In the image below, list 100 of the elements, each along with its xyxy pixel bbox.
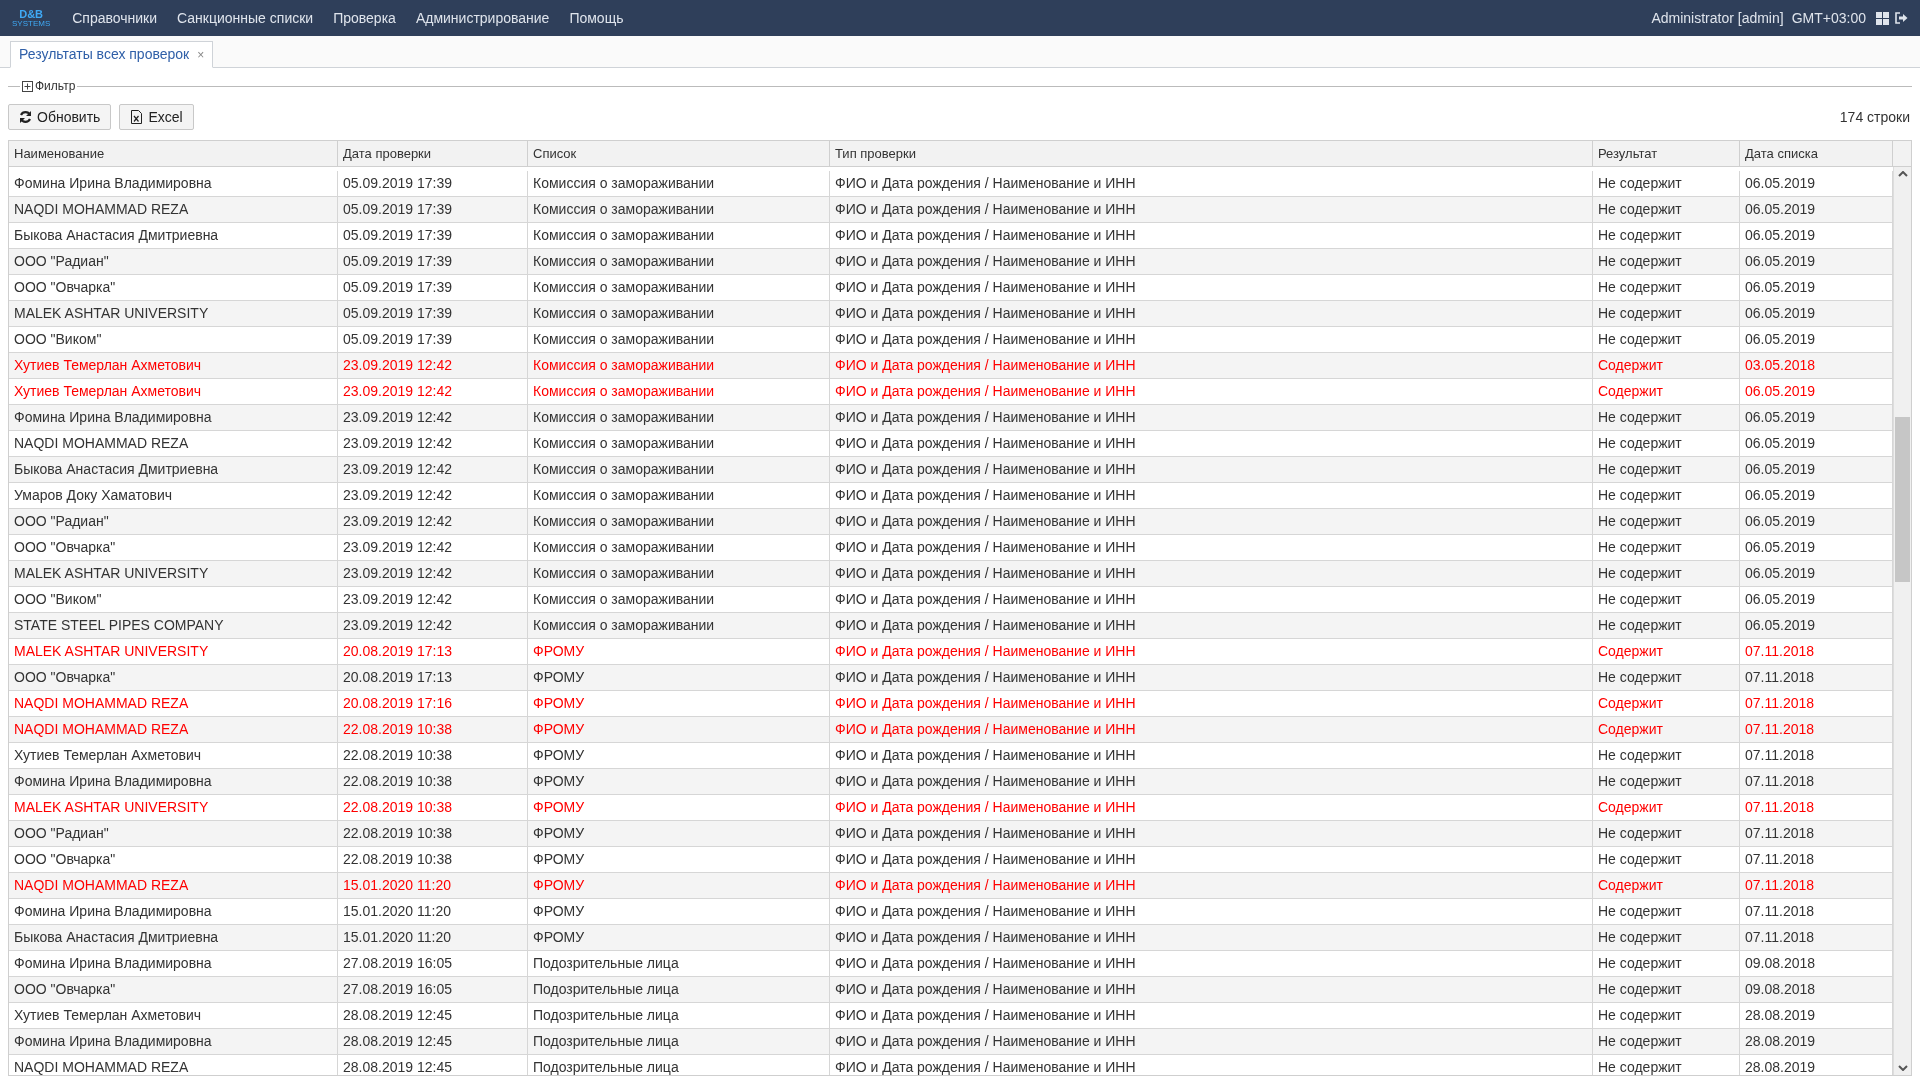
table-row[interactable]: Фомина Ирина Владимировна 23.09.2019 12:42 Комиссия о замораживании ФИО и Дата рождения / Наименование и ИНН Не содержит 06.05.2019 bbox=[9, 405, 1893, 431]
user-name[interactable]: Administrator [admin] bbox=[1651, 7, 1784, 29]
table-row[interactable]: Умаров Доку Хаматович 23.09.2019 12:42 Комиссия о замораживании ФИО и Дата рождения / Наименование и ИНН Не содержит 06.05.2019 bbox=[9, 483, 1893, 509]
table-cell: Подозрительные лица bbox=[528, 977, 830, 1002]
table-row[interactable]: Фомина Ирина Владимировна 28.08.2019 12:45 Подозрительные лица ФИО и Дата рождения / Наименование и ИНН Не содержит 28.08.2019 bbox=[9, 1029, 1893, 1055]
table-cell: ФИО и Дата рождения / Наименование и ИНН bbox=[830, 1003, 1593, 1028]
table-row[interactable]: NAQDI MOHAMMAD REZA 15.01.2020 11:20 ФРОМУ ФИО и Дата рождения / Наименование и ИНН Содержит 07.11.2018 bbox=[9, 873, 1893, 899]
table-cell: ФРОМУ bbox=[528, 925, 830, 950]
table-cell: Быкова Анастасия Дмитриевна bbox=[9, 223, 338, 248]
expand-icon[interactable] bbox=[22, 80, 33, 92]
table-row[interactable]: MALEK ASHTAR UNIVERSITY 05.09.2019 17:39 Комиссия о замораживании ФИО и Дата рождения / Наименование и ИНН Не содержит 06.05.2019 bbox=[9, 301, 1893, 327]
table-row[interactable]: Хутиев Темерлан Ахметович 23.09.2019 12:42 Комиссия о замораживании ФИО и Дата рождения / Наименование и ИНН Содержит 03.05.2018 bbox=[9, 353, 1893, 379]
table-cell: Подозрительные лица bbox=[528, 1029, 830, 1054]
table-row[interactable]: ООО "Виком" 23.09.2019 12:42 Комиссия о замораживании ФИО и Дата рождения / Наименование и ИНН Не содержит 06.05.2019 bbox=[9, 587, 1893, 613]
table-row[interactable]: STATE STEEL PIPES COMPANY 23.09.2019 12:42 Комиссия о замораживании ФИО и Дата рождения / Наименование и ИНН Не содержит 06.05.2019 bbox=[9, 613, 1893, 639]
tab-close-button[interactable]: × bbox=[197, 45, 205, 64]
table-row[interactable]: ООО "Овчарка" 22.08.2019 10:38 ФРОМУ ФИО и Дата рождения / Наименование и ИНН Не содержит 07.11.2018 bbox=[9, 847, 1893, 873]
table-row[interactable]: NAQDI MOHAMMAD REZA 22.08.2019 10:38 ФРОМУ ФИО и Дата рождения / Наименование и ИНН Содержит 07.11.2018 bbox=[9, 717, 1893, 743]
table-row[interactable]: NAQDI MOHAMMAD REZA 05.09.2019 17:39 Комиссия о замораживании ФИО и Дата рождения / Наименование и ИНН Не содержит 06.05.2019 bbox=[9, 197, 1893, 223]
table-row[interactable]: Фомина Ирина Владимировна 05.09.2019 17:39 Комиссия о замораживании ФИО и Дата рождения / Наименование и ИНН Не содержит 06.05.2019 bbox=[9, 171, 1893, 197]
filter-toggle[interactable]: Фильтр bbox=[35, 77, 76, 95]
table-cell: ФИО и Дата рождения / Наименование и ИНН bbox=[830, 1029, 1593, 1054]
menu-item[interactable]: Справочники bbox=[62, 7, 168, 29]
table-cell: ФРОМУ bbox=[528, 795, 830, 820]
table-cell: ФИО и Дата рождения / Наименование и ИНН bbox=[830, 561, 1593, 586]
table-cell: ООО "Овчарка" bbox=[9, 275, 338, 300]
table-cell: Комиссия о замораживании bbox=[528, 509, 830, 534]
menu-item[interactable]: Администрирование bbox=[405, 7, 560, 29]
table-cell: 23.09.2019 12:42 bbox=[338, 561, 528, 586]
table-row[interactable]: ООО "Радиан" 22.08.2019 10:38 ФРОМУ ФИО и Дата рождения / Наименование и ИНН Не содержит 07.11.2018 bbox=[9, 821, 1893, 847]
table-cell: 27.08.2019 16:05 bbox=[338, 977, 528, 1002]
column-header[interactable]: Дата списка bbox=[1740, 141, 1893, 166]
table-row[interactable]: Фомина Ирина Владимировна 22.08.2019 10:38 ФРОМУ ФИО и Дата рождения / Наименование и ИНН Не содержит 07.11.2018 bbox=[9, 769, 1893, 795]
tab[interactable]: Результаты всех проверок × bbox=[10, 41, 214, 68]
grid-icon[interactable] bbox=[1876, 11, 1889, 25]
table-cell: ФРОМУ bbox=[528, 899, 830, 924]
table-cell: Содержит bbox=[1593, 353, 1740, 378]
column-header[interactable]: Наименование bbox=[9, 141, 338, 166]
table-row[interactable]: Быкова Анастасия Дмитриевна 23.09.2019 12:42 Комиссия о замораживании ФИО и Дата рождения / Наименование и ИНН Не содержит 06.05.2019 bbox=[9, 457, 1893, 483]
table-row[interactable]: Хутиев Темерлан Ахметович 22.08.2019 10:38 ФРОМУ ФИО и Дата рождения / Наименование и ИНН Не содержит 07.11.2018 bbox=[9, 743, 1893, 769]
menu-item[interactable]: Помощь bbox=[559, 7, 634, 29]
table-cell: Подозрительные лица bbox=[528, 1003, 830, 1028]
table-cell: ФИО и Дата рождения / Наименование и ИНН bbox=[830, 1055, 1593, 1075]
table-cell: Не содержит bbox=[1593, 327, 1740, 352]
table-row[interactable]: NAQDI MOHAMMAD REZA 23.09.2019 12:42 Комиссия о замораживании ФИО и Дата рождения / Наименование и ИНН Не содержит 06.05.2019 bbox=[9, 431, 1893, 457]
table-row[interactable]: ООО "Овчарка" 27.08.2019 16:05 Подозрительные лица ФИО и Дата рождения / Наименование и ИНН Не содержит 09.08.2018 bbox=[9, 977, 1893, 1003]
table-cell: ФИО и Дата рождения / Наименование и ИНН bbox=[830, 249, 1593, 274]
logout-icon[interactable] bbox=[1895, 12, 1908, 24]
table-cell: ФИО и Дата рождения / Наименование и ИНН bbox=[830, 405, 1593, 430]
table-row[interactable]: ООО "Овчарка" 20.08.2019 17:13 ФРОМУ ФИО и Дата рождения / Наименование и ИНН Не содержит 07.11.2018 bbox=[9, 665, 1893, 691]
table-row[interactable]: ООО "Радиан" 23.09.2019 12:42 Комиссия о замораживании ФИО и Дата рождения / Наименование и ИНН Не содержит 06.05.2019 bbox=[9, 509, 1893, 535]
table-cell: Не содержит bbox=[1593, 847, 1740, 872]
table-row[interactable]: MALEK ASHTAR UNIVERSITY 23.09.2019 12:42 Комиссия о замораживании ФИО и Дата рождения / Наименование и ИНН Не содержит 06.05.2019 bbox=[9, 561, 1893, 587]
table-row[interactable]: NAQDI MOHAMMAD REZA 20.08.2019 17:16 ФРОМУ ФИО и Дата рождения / Наименование и ИНН Содержит 07.11.2018 bbox=[9, 691, 1893, 717]
table-row[interactable]: Хутиев Темерлан Ахметович 23.09.2019 12:42 Комиссия о замораживании ФИО и Дата рождения / Наименование и ИНН Содержит 06.05.2019 bbox=[9, 379, 1893, 405]
table-cell: ООО "Радиан" bbox=[9, 249, 338, 274]
table-cell: Комиссия о замораживании bbox=[528, 249, 830, 274]
logo[interactable]: D&B SYSTEMS bbox=[12, 8, 51, 28]
table-row[interactable]: ООО "Овчарка" 05.09.2019 17:39 Комиссия о замораживании ФИО и Дата рождения / Наименование и ИНН Не содержит 06.05.2019 bbox=[9, 275, 1893, 301]
table-cell: Не содержит bbox=[1593, 275, 1740, 300]
table-cell: Не содержит bbox=[1593, 535, 1740, 560]
table-cell: ФРОМУ bbox=[528, 873, 830, 898]
table-row[interactable]: Фомина Ирина Владимировна 27.08.2019 16:05 Подозрительные лица ФИО и Дата рождения / Наименование и ИНН Не содержит 09.08.2018 bbox=[9, 951, 1893, 977]
table-row[interactable]: ООО "Овчарка" 23.09.2019 12:42 Комиссия о замораживании ФИО и Дата рождения / Наименование и ИНН Не содержит 06.05.2019 bbox=[9, 535, 1893, 561]
scroll-down-icon[interactable] bbox=[1897, 1065, 1908, 1071]
table-cell: 05.09.2019 17:39 bbox=[338, 301, 528, 326]
scrollbar-thumb[interactable] bbox=[1895, 417, 1910, 582]
table-cell: ФРОМУ bbox=[528, 743, 830, 768]
table-row[interactable]: MALEK ASHTAR UNIVERSITY 20.08.2019 17:13 ФРОМУ ФИО и Дата рождения / Наименование и ИНН Содержит 07.11.2018 bbox=[9, 639, 1893, 665]
table-row[interactable]: Фомина Ирина Владимировна 15.01.2020 11:20 ФРОМУ ФИО и Дата рождения / Наименование и ИНН Не содержит 07.11.2018 bbox=[9, 899, 1893, 925]
column-header[interactable]: Тип проверки bbox=[830, 141, 1593, 166]
table-cell: 27.08.2019 16:05 bbox=[338, 951, 528, 976]
table-cell: Комиссия о замораживании bbox=[528, 223, 830, 248]
table-row[interactable]: Быкова Анастасия Дмитриевна 05.09.2019 17:39 Комиссия о замораживании ФИО и Дата рождения / Наименование и ИНН Не содержит 06.05.2019 bbox=[9, 223, 1893, 249]
table-cell: ФИО и Дата рождения / Наименование и ИНН bbox=[830, 639, 1593, 664]
table-row[interactable]: Хутиев Темерлан Ахметович 28.08.2019 12:45 Подозрительные лица ФИО и Дата рождения / Наименование и ИНН Не содержит 28.08.2019 bbox=[9, 1003, 1893, 1029]
table-cell: ФИО и Дата рождения / Наименование и ИНН bbox=[830, 301, 1593, 326]
menu-item[interactable]: Санкционные списки bbox=[167, 7, 324, 29]
scroll-up-icon[interactable] bbox=[1897, 171, 1908, 177]
table-cell: 23.09.2019 12:42 bbox=[338, 431, 528, 456]
column-header[interactable]: Список bbox=[528, 141, 830, 166]
table-row[interactable]: ООО "Радиан" 05.09.2019 17:39 Комиссия о замораживании ФИО и Дата рождения / Наименование и ИНН Не содержит 06.05.2019 bbox=[9, 249, 1893, 275]
refresh-button[interactable]: Обновить bbox=[8, 104, 112, 130]
table-cell: ФИО и Дата рождения / Наименование и ИНН bbox=[830, 925, 1593, 950]
menu-item[interactable]: Проверка bbox=[323, 7, 406, 29]
table-row[interactable]: ООО "Виком" 05.09.2019 17:39 Комиссия о замораживании ФИО и Дата рождения / Наименование и ИНН Не содержит 06.05.2019 bbox=[9, 327, 1893, 353]
table-cell: Комиссия о замораживании bbox=[528, 431, 830, 456]
excel-button[interactable]: Excel bbox=[119, 104, 194, 130]
table-cell: Не содержит bbox=[1593, 561, 1740, 586]
table-cell: 23.09.2019 12:42 bbox=[338, 483, 528, 508]
column-header[interactable]: Результат bbox=[1593, 141, 1740, 166]
table-row[interactable]: Быкова Анастасия Дмитриевна 15.01.2020 11:20 ФРОМУ ФИО и Дата рождения / Наименование и ИНН Не содержит 07.11.2018 bbox=[9, 925, 1893, 951]
table-row[interactable]: MALEK ASHTAR UNIVERSITY 22.08.2019 10:38 ФРОМУ ФИО и Дата рождения / Наименование и ИНН Содержит 07.11.2018 bbox=[9, 795, 1893, 821]
table-cell: 20.08.2019 17:13 bbox=[338, 665, 528, 690]
column-header[interactable]: Дата проверки bbox=[338, 141, 528, 166]
table-cell: ФИО и Дата рождения / Наименование и ИНН bbox=[830, 509, 1593, 534]
vertical-scrollbar[interactable] bbox=[1893, 167, 1911, 1075]
table-cell: Фомина Ирина Владимировна bbox=[9, 1029, 338, 1054]
table-cell: ФИО и Дата рождения / Наименование и ИНН bbox=[830, 483, 1593, 508]
table-cell: Не содержит bbox=[1593, 171, 1740, 196]
